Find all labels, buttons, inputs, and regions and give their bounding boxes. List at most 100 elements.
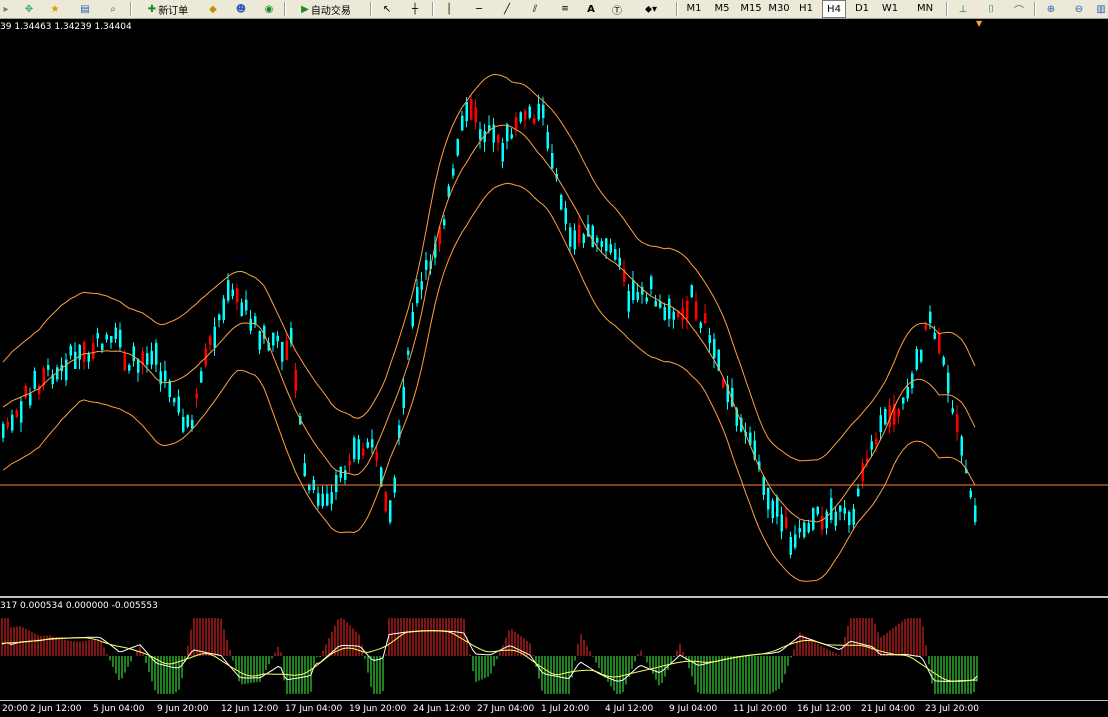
candle-body [231,289,234,296]
candle-body [74,351,77,369]
line-chart-icon[interactable]: ⌒ [1010,0,1028,18]
candle-body [560,195,563,210]
timeframe-d1[interactable]: D1 [850,0,874,18]
toolbar: ▸ ✥ ★ ▤ ⌕ ✚ 新订单 ◆ ☻ ◉ ▶ 自动交易 ↖ ┼ │ ─ ╱ ⫽… [0,0,1108,19]
candle-body [20,401,23,423]
candle-body [132,346,135,362]
candle-body [974,505,977,523]
vertical-line-icon[interactable]: │ [440,0,458,18]
timeframe-h1[interactable]: H1 [794,0,818,18]
timeframe-w1[interactable]: W1 [878,0,902,18]
terminal-icon[interactable]: ☻ [232,0,250,18]
candle-body [825,511,828,529]
toolbar-overflow-icon[interactable]: ▸ [0,0,12,18]
cursor-icon[interactable]: ↖ [378,0,396,18]
candle-body [956,414,959,433]
candle-body [924,324,927,330]
chart-shift-marker-icon[interactable]: ▼ [976,19,982,28]
bar-chart-icon[interactable]: ⊥ [954,0,972,18]
candle-body [317,493,320,506]
candle-body [632,280,635,301]
timeframe-m30[interactable]: M30 [766,0,792,18]
candle-body [474,107,477,123]
candle-body [929,311,932,324]
oscillator-chart [1,618,978,694]
candle-body [807,523,810,533]
candle-body [636,292,639,301]
candle-body [375,452,378,461]
candle-body [546,132,549,149]
autotrading-label: 自动交易 [310,5,351,17]
candle-body [690,285,693,298]
text-label-icon[interactable]: Ⓣ [608,0,626,18]
navigator-icon[interactable]: ▤ [76,0,94,18]
candle-body [672,311,675,320]
timeframe-mn[interactable]: MN [912,0,938,18]
horizontal-line-icon[interactable]: ─ [470,0,488,18]
plus-icon: ✚ [147,3,157,15]
candle-body [186,415,189,427]
candle-body [789,536,792,555]
timeframe-m15[interactable]: M15 [738,0,764,18]
candle-body [425,260,428,270]
timeframe-m1[interactable]: M1 [682,0,706,18]
candle-body [173,397,176,403]
fibonacci-icon[interactable]: ≡ [556,0,574,18]
candle-body [897,408,900,417]
candle-body [875,438,878,445]
zoom-search-icon[interactable]: ⌕ [104,0,122,18]
candle-body [506,124,509,142]
candle-body [303,463,306,477]
zoom-out-icon[interactable]: ⊖ [1070,0,1088,18]
timeframe-m5[interactable]: M5 [710,0,734,18]
time-label: 5 Jun 04:00 [93,704,145,714]
expert-icon[interactable]: ◆ [204,0,222,18]
candle-body [101,343,104,351]
candle-body [146,353,149,365]
new-order-button[interactable]: ✚ 新订单 [138,0,198,18]
move-icon[interactable]: ✥ [20,0,38,18]
candle-body [65,359,68,381]
candle-body [92,343,95,360]
candle-body [650,276,653,289]
text-icon[interactable]: A [582,0,600,18]
candle-body [879,415,882,433]
candle-body [114,327,117,339]
more-icon[interactable]: ▥ [1094,0,1108,18]
candle-body [362,448,365,456]
candle-body [470,99,473,120]
candle-body [461,115,464,131]
candle-body [551,153,554,169]
timeframe-h4[interactable]: H4 [822,0,846,18]
candle-body [366,442,369,448]
candle-body [830,498,833,520]
channel-icon[interactable]: ⫽ [526,0,544,18]
candle-body [326,493,329,506]
candle-body [407,350,410,355]
candle-body [6,421,9,428]
candle-body [902,397,905,404]
arrows-dropdown-icon[interactable]: ⬥▾ [636,0,666,18]
candle-body [168,380,171,398]
autotrading-button[interactable]: ▶ 自动交易 [290,0,362,18]
zoom-in-icon[interactable]: ⊕ [1042,0,1060,18]
candle-body [479,129,482,140]
oscillator-main-line [1,630,978,682]
time-label: 16 Jul 12:00 [797,704,851,714]
candle-body [564,208,567,224]
candle-body [803,522,806,538]
favorites-icon[interactable]: ★ [46,0,64,18]
time-label: 11 Jul 20:00 [733,704,787,714]
candle-body [906,386,909,399]
candle-body [456,139,459,156]
market-watch-icon[interactable]: ◉ [260,0,278,18]
candle-body [663,307,666,320]
crosshair-icon[interactable]: ┼ [406,0,424,18]
candle-body [771,500,774,519]
candle-body [852,508,855,525]
trendline-icon[interactable]: ╱ [498,0,516,18]
candle-body [839,505,842,512]
candlestick-icon[interactable]: ⌷ [982,0,1000,18]
time-label: 19 Jun 20:00 [349,704,407,714]
candle-body [501,143,504,162]
